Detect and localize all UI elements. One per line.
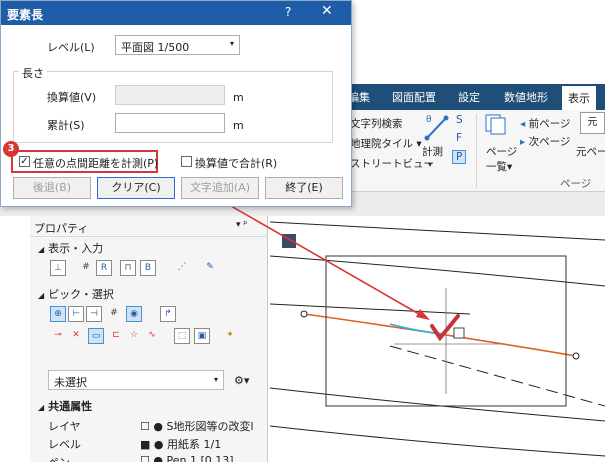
back-button[interactable]: 後退(B)	[13, 177, 91, 199]
cumulative-unit: m	[233, 119, 244, 132]
converted-value-field	[115, 85, 225, 105]
chevron-down-icon: ▾	[229, 39, 234, 48]
dialog-title-bar[interactable]: 要素長 ? ✕	[1, 1, 351, 25]
arbitrary-distance-label[interactable]: 任意の点間距離を計測(P)	[33, 155, 158, 171]
converted-unit: m	[233, 91, 244, 104]
length-group-label: 長さ	[19, 65, 47, 81]
finish-button[interactable]: 終了(E)	[265, 177, 343, 199]
sum-converted-label[interactable]: 換算値で合計(R)	[195, 155, 277, 171]
cumulative-label: 累計(S)	[47, 119, 85, 132]
level-select-value: 平面図 1/500	[121, 41, 190, 54]
element-length-dialog: 要素長 ? ✕ レベル(L) 平面図 1/500 ▾ 長さ 換算値(V) m 累…	[0, 0, 352, 207]
converted-value-label: 換算値(V)	[47, 91, 97, 104]
close-icon[interactable]: ✕	[321, 3, 333, 19]
arbitrary-distance-checkbox[interactable]: ✓	[19, 156, 30, 167]
cumulative-field[interactable]	[115, 113, 225, 133]
sum-converted-checkbox[interactable]	[181, 156, 192, 167]
step-badge: 3	[3, 141, 19, 157]
clear-button[interactable]: クリア(C)	[97, 177, 175, 199]
callout-arrowhead-icon	[416, 309, 430, 320]
add-text-button[interactable]: 文字追加(A)	[181, 177, 259, 199]
dialog-title: 要素長	[7, 8, 44, 22]
help-icon[interactable]: ?	[285, 5, 291, 19]
level-select[interactable]: 平面図 1/500 ▾	[115, 35, 240, 55]
level-field-label: レベル(L)	[47, 41, 95, 54]
